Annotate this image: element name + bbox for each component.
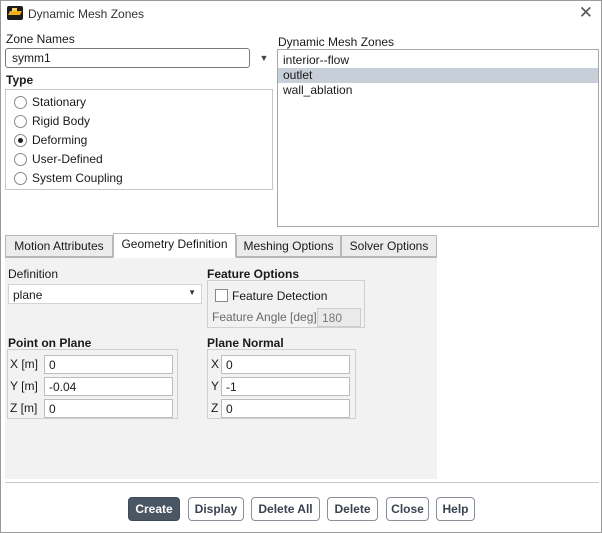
plane-normal-label: Plane Normal xyxy=(207,336,284,350)
point-z-label: Z [m] xyxy=(10,401,38,415)
zone-names-field[interactable]: symm1 xyxy=(5,48,250,68)
radio-button-checked[interactable] xyxy=(14,133,27,147)
list-item[interactable]: wall_ablation xyxy=(278,83,598,98)
point-x-label: X [m] xyxy=(10,357,39,371)
point-z-input[interactable]: 0 xyxy=(44,399,173,418)
radio-button[interactable] xyxy=(14,152,27,166)
radio-system-coupling[interactable]: System Coupling xyxy=(14,170,123,186)
divider xyxy=(5,482,599,483)
definition-label: Definition xyxy=(8,267,59,281)
point-on-plane-group: X [m] 0 Y [m] -0.04 Z [m] 0 xyxy=(7,349,178,419)
normal-x-label: X xyxy=(211,357,220,371)
radio-button[interactable] xyxy=(14,95,27,109)
tab-bar: Motion Attributes Geometry Definition Me… xyxy=(5,233,437,258)
point-y-label: Y [m] xyxy=(10,379,38,393)
radio-button[interactable] xyxy=(14,171,27,185)
window-title: Dynamic Mesh Zones xyxy=(28,7,145,21)
feature-angle-input[interactable]: 180 xyxy=(317,308,361,327)
radio-label: Stationary xyxy=(32,95,87,109)
list-item[interactable]: interior--flow xyxy=(278,53,598,68)
app-logo-icon xyxy=(7,6,23,20)
dynamic-mesh-zones-list[interactable]: interior--flow outlet wall_ablation xyxy=(277,49,599,227)
zone-names-combobox[interactable]: symm1 ▼ xyxy=(5,48,275,68)
definition-value: plane xyxy=(13,288,43,302)
normal-z-input[interactable]: 0 xyxy=(221,399,350,418)
feature-detection-label: Feature Detection xyxy=(232,289,328,303)
normal-y-label: Y xyxy=(211,379,220,393)
close-icon[interactable]: ✕ xyxy=(579,3,593,23)
point-x-input[interactable]: 0 xyxy=(44,355,173,374)
radio-label: Deforming xyxy=(32,133,88,147)
title-bar[interactable]: Dynamic Mesh Zones ✕ xyxy=(1,1,601,26)
delete-button[interactable]: Delete xyxy=(327,497,378,521)
tab-meshing-options[interactable]: Meshing Options xyxy=(236,235,341,257)
create-button[interactable]: Create xyxy=(128,497,180,521)
radio-deforming[interactable]: Deforming xyxy=(14,132,87,148)
display-button[interactable]: Display xyxy=(188,497,244,521)
delete-all-button[interactable]: Delete All xyxy=(251,497,320,521)
point-y-input[interactable]: -0.04 xyxy=(44,377,173,396)
normal-z-label: Z xyxy=(211,401,219,415)
radio-label: User-Defined xyxy=(32,152,103,166)
radio-button[interactable] xyxy=(14,114,27,128)
normal-x-input[interactable]: 0 xyxy=(221,355,350,374)
feature-options-label: Feature Options xyxy=(207,267,300,281)
dynamic-mesh-zones-label: Dynamic Mesh Zones xyxy=(278,35,395,49)
plane-normal-group: X 0 Y -1 Z 0 xyxy=(207,349,356,419)
chevron-down-icon[interactable]: ▼ xyxy=(253,48,275,68)
dialog-window: Dynamic Mesh Zones ✕ Zone Names symm1 ▼ … xyxy=(0,0,602,533)
help-button[interactable]: Help xyxy=(436,497,475,521)
definition-dropdown[interactable]: plane ▼ xyxy=(8,284,202,304)
feature-detection-checkbox[interactable] xyxy=(215,289,228,302)
feature-angle-label: Feature Angle [deg] xyxy=(212,310,317,324)
radio-stationary[interactable]: Stationary xyxy=(14,94,86,110)
list-item-selected[interactable]: outlet xyxy=(278,68,598,83)
zone-names-label: Zone Names xyxy=(6,32,75,46)
tab-motion-attributes[interactable]: Motion Attributes xyxy=(5,235,113,257)
feature-options-group: Feature Detection Feature Angle [deg] 18… xyxy=(207,280,365,328)
radio-label: System Coupling xyxy=(32,171,123,185)
type-group: Stationary Rigid Body Deforming User-Def… xyxy=(5,89,273,190)
tab-geometry-definition[interactable]: Geometry Definition xyxy=(113,233,236,258)
point-on-plane-label: Point on Plane xyxy=(8,336,92,350)
chevron-down-icon[interactable]: ▼ xyxy=(188,288,196,297)
close-button[interactable]: Close xyxy=(386,497,429,521)
tab-solver-options[interactable]: Solver Options xyxy=(341,235,437,257)
type-label: Type xyxy=(6,73,34,87)
radio-rigid-body[interactable]: Rigid Body xyxy=(14,113,90,129)
radio-user-defined[interactable]: User-Defined xyxy=(14,151,103,167)
normal-y-input[interactable]: -1 xyxy=(221,377,350,396)
radio-label: Rigid Body xyxy=(32,114,91,128)
